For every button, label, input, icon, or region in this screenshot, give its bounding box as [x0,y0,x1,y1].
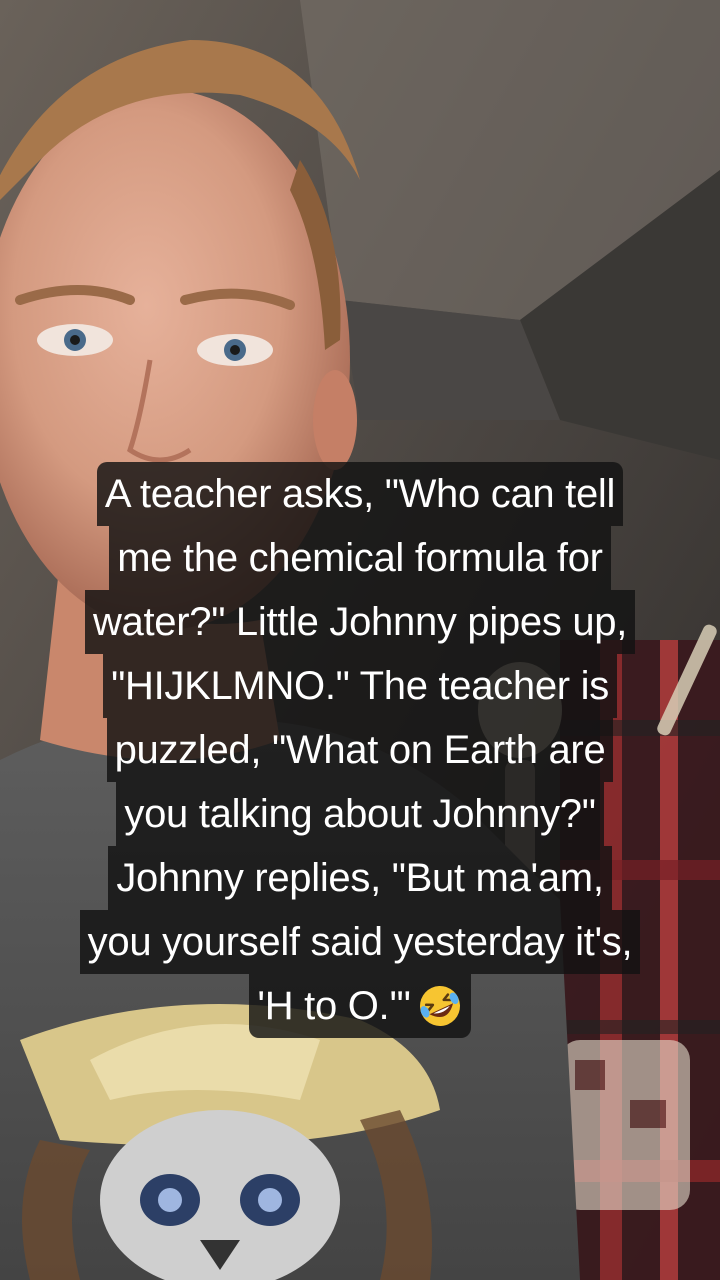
caption-line: you yourself said yesterday it's, [79,910,641,974]
caption-line: water?" Little Johnny pipes up, [84,590,636,654]
caption-last-line: 'H to O.'" [249,974,471,1038]
caption-line: you talking about Johnny?" [116,782,604,846]
caption-line: A teacher asks, "Who can tell [96,462,624,526]
caption-line: "HIJKLMNO." The teacher is [103,654,617,718]
caption-line: Johnny replies, "But ma'am, [108,846,612,910]
caption-line: puzzled, "What on Earth are [106,718,614,782]
caption-line: me the chemical formula for [109,526,611,590]
caption-box: A teacher asks, "Who can tell me the che… [0,462,720,1038]
caption-line-text: 'H to O.'" [257,984,411,1028]
rolling-on-floor-laughing-icon [417,983,463,1029]
